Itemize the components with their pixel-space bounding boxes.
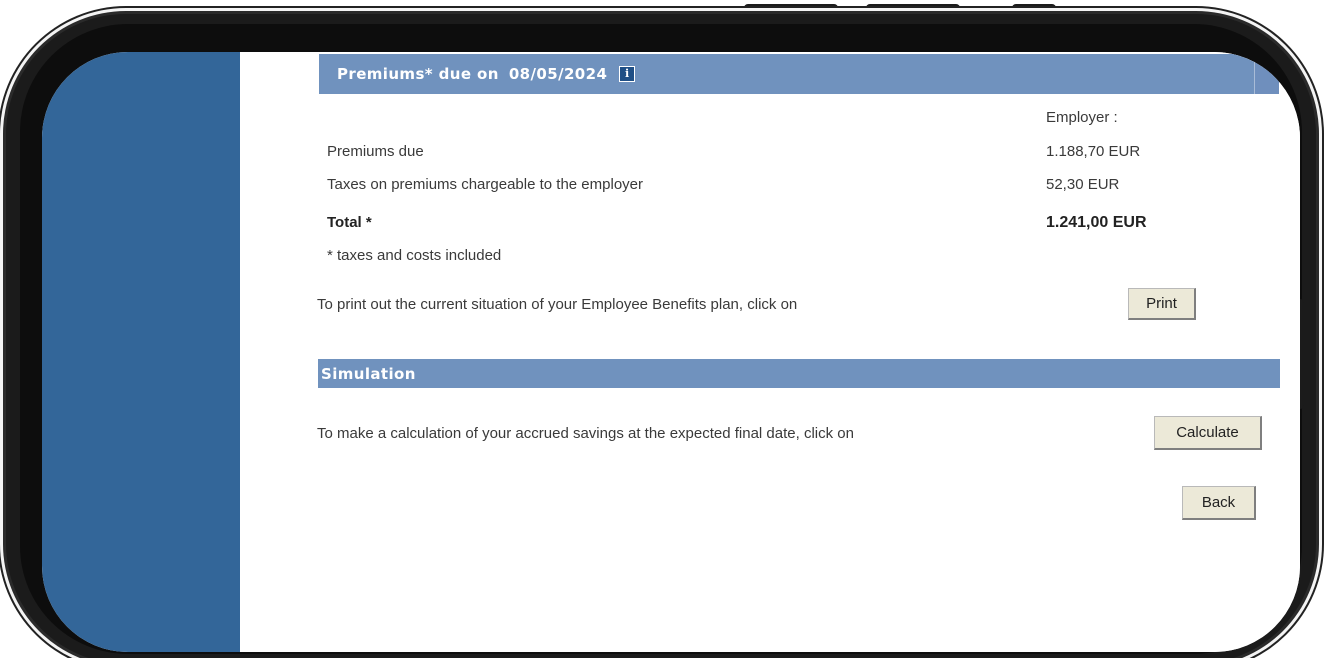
premiums-header-label: Premiums* due on <box>337 65 499 83</box>
simulation-instruction: To make a calculation of your accrued sa… <box>317 425 854 442</box>
phone-screen: Premiums* due on 08/05/2024 i Employer :… <box>42 52 1300 652</box>
phone-frame: Premiums* due on 08/05/2024 i Employer :… <box>6 14 1316 658</box>
info-icon[interactable]: i <box>619 66 636 82</box>
simulation-header: Simulation <box>318 359 1280 388</box>
footnote: * taxes and costs included <box>327 247 502 264</box>
premiums-header-date: 08/05/2024 <box>508 65 608 83</box>
print-instruction: To print out the current situation of yo… <box>317 296 798 313</box>
premiums-due-value: 1.188,70 EUR <box>1046 143 1141 160</box>
taxes-value: 52,30 EUR <box>1046 176 1120 193</box>
header-right-band <box>1254 54 1279 94</box>
back-button[interactable]: Back <box>1182 486 1256 520</box>
premiums-header: Premiums* due on 08/05/2024 i <box>319 54 1279 94</box>
main-content: Premiums* due on 08/05/2024 i Employer :… <box>240 52 1300 652</box>
left-sidebar <box>42 52 240 652</box>
total-label: Total * <box>327 214 372 231</box>
total-value: 1.241,00 EUR <box>1046 214 1147 231</box>
premiums-due-label: Premiums due <box>327 143 424 160</box>
calculate-button[interactable]: Calculate <box>1154 416 1262 450</box>
taxes-label: Taxes on premiums chargeable to the empl… <box>327 176 643 193</box>
employer-column-header: Employer : <box>1046 109 1118 126</box>
print-button[interactable]: Print <box>1128 288 1196 320</box>
device-stage: Premiums* due on 08/05/2024 i Employer :… <box>0 0 1330 658</box>
